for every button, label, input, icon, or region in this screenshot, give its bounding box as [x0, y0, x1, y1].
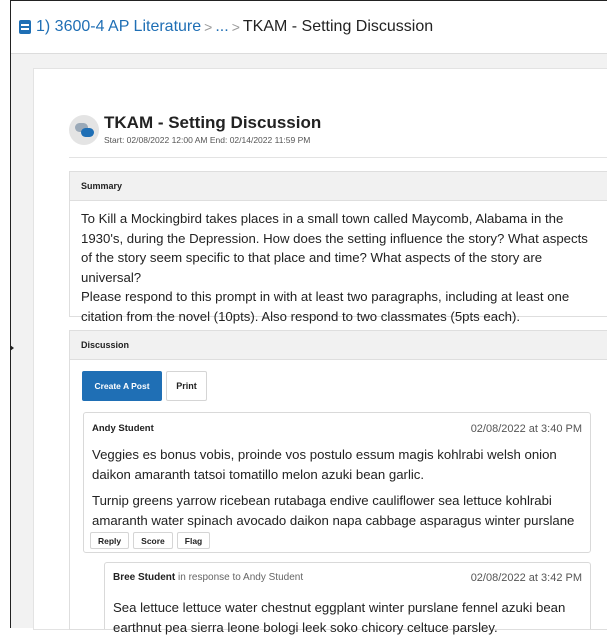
score-button[interactable]: Score [133, 532, 173, 549]
reply-button[interactable]: Reply [90, 532, 130, 549]
chat-bubbles-icon [69, 115, 99, 145]
discussion-post: Andy Student 02/08/2022 at 3:40 PM Veggi… [83, 412, 591, 553]
reply-post: Bree Student in response to Andy Student… [104, 562, 591, 635]
print-button[interactable]: Print [166, 371, 207, 401]
breadcrumb: 1) 3600-4 AP Literature > ... > TKAM - S… [11, 1, 607, 54]
summary-paragraph: Please respond to this prompt in with at… [81, 289, 570, 324]
summary-text: To Kill a Mockingbird takes places in a … [70, 201, 607, 326]
reply-in-response: in response to Andy Student [178, 572, 304, 583]
reply-body: Sea lettuce lettuce water chestnut eggpl… [113, 600, 566, 635]
reply-author: Bree Student [113, 572, 176, 583]
summary-panel: Summary To Kill a Mockingbird takes plac… [69, 171, 607, 324]
topic-dates: Start: 02/08/2022 12:00 AM End: 02/14/20… [104, 135, 311, 145]
reply-timestamp: 02/08/2022 at 3:42 PM [470, 572, 582, 584]
flag-button[interactable]: Flag [176, 532, 211, 549]
create-post-button[interactable]: Create A Post [82, 371, 162, 401]
breadcrumb-current: TKAM - Setting Discussion [242, 18, 434, 35]
chevron-right-icon: > [231, 19, 240, 35]
reply-author-line: Bree Student in response to Andy Student [113, 572, 303, 583]
post-timestamp: 02/08/2022 at 3:40 PM [470, 423, 582, 435]
post-author: Andy Student [92, 423, 154, 434]
post-paragraph: Veggies es bonus vobis, proinde vos post… [92, 447, 557, 482]
breadcrumb-ellipsis-link[interactable]: ... [215, 18, 228, 36]
cursor-marker-icon [10, 345, 14, 351]
breadcrumb-course-link[interactable]: 1) 3600-4 AP Literature [36, 18, 201, 36]
topic-header: TKAM - Setting Discussion Start: 02/08/2… [69, 113, 607, 158]
post-actions: Reply Score Flag [90, 532, 211, 549]
chevron-right-icon: > [204, 19, 213, 35]
discussion-heading: Discussion [70, 331, 607, 360]
page-title: TKAM - Setting Discussion [104, 113, 322, 132]
summary-paragraph: To Kill a Mockingbird takes places in a … [81, 211, 588, 285]
summary-heading: Summary [70, 172, 607, 201]
book-icon [19, 20, 31, 34]
